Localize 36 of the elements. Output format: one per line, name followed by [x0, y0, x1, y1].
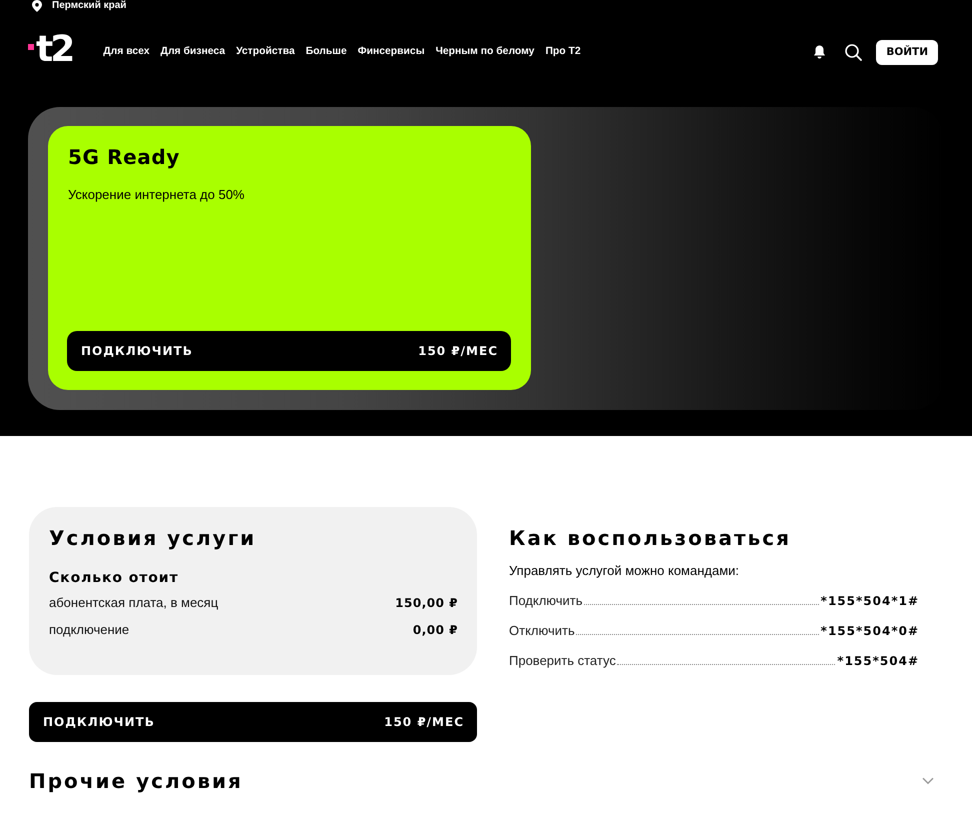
connect-button[interactable]: ПОДКЛЮЧИТЬ 150 ₽/МЕС: [29, 702, 477, 742]
instructions-text: Управлять услугой можно командами:: [509, 562, 740, 580]
login-button[interactable]: ВОЙТИ: [876, 40, 938, 64]
nav-link[interactable]: Финсервисы: [358, 45, 425, 59]
fee-label: абонентская плата, в месяц: [49, 594, 218, 612]
fee-value: 150,00 ₽: [395, 595, 458, 612]
nav-link[interactable]: Больше: [306, 45, 347, 59]
logo-link[interactable]: t2: [28, 30, 72, 74]
square-icon: [28, 44, 34, 50]
price-text: 150 ₽/МЕС: [418, 343, 498, 359]
connect-button[interactable]: ПОДКЛЮЧИТЬ 150 ₽/МЕС: [67, 331, 511, 371]
nav-link[interactable]: Черным по белому: [436, 45, 534, 59]
search-icon[interactable]: [845, 44, 862, 60]
command-label: Проверить статус: [509, 652, 616, 670]
price-text: 150 ₽/МЕС: [384, 714, 464, 730]
section-title: Условия услуги: [49, 526, 256, 550]
nav-link[interactable]: Для всех: [103, 45, 150, 59]
fee-label: подключение: [49, 621, 130, 639]
chevron-down-icon[interactable]: [922, 777, 934, 785]
notification-bell-icon[interactable]: [813, 45, 826, 59]
offer-description: Ускорение интернета до 50%: [68, 186, 244, 204]
section-title: Как воспользоваться: [509, 526, 791, 550]
fee-value: 0,00 ₽: [412, 622, 458, 639]
offer-title: 5G Ready: [68, 145, 180, 169]
section-subtitle: Сколько отоит: [49, 569, 178, 587]
ussd-code: *155*504#: [837, 653, 919, 670]
location-pin-icon: [32, 0, 42, 12]
ussd-code: *155*504*0#: [820, 623, 919, 640]
command-label: Подключить: [509, 592, 583, 610]
region-name[interactable]: Пермский край: [52, 0, 126, 12]
nav-link[interactable]: Про Т2: [545, 45, 581, 59]
nav-link[interactable]: Для бизнеса: [160, 45, 226, 59]
command-label: Отключить: [509, 622, 575, 640]
nav-link[interactable]: Устройства: [236, 45, 295, 59]
accordion-title[interactable]: Прочие условия: [29, 769, 243, 793]
ussd-code: *155*504*1#: [820, 593, 919, 610]
